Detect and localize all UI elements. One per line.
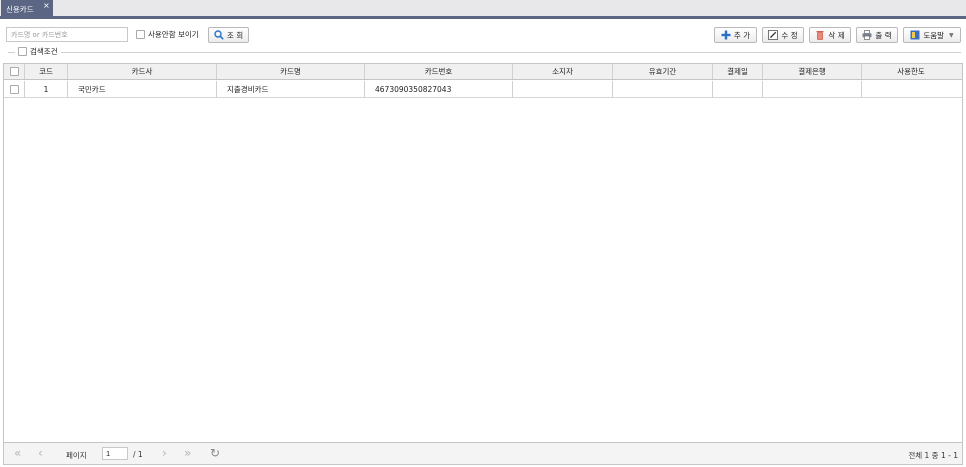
- first-page-icon[interactable]: «: [14, 447, 21, 459]
- select-all-cell[interactable]: [4, 64, 25, 79]
- card-grid: 코드 카드사 카드명 카드번호 소지자 유효기간 결제일 결제은행 사용한도 1…: [3, 63, 963, 443]
- delete-button[interactable]: 삭 제: [809, 27, 851, 43]
- add-button-label: 추 가: [733, 30, 751, 40]
- print-button-label: 출 력: [875, 30, 892, 40]
- tab-credit-card[interactable]: 신용카드 ×: [1, 0, 53, 16]
- help-button-label: 도움말: [923, 30, 945, 40]
- divider: [8, 52, 961, 53]
- search-conditions-label: 검색조건: [30, 47, 58, 56]
- last-page-icon[interactable]: »: [184, 447, 191, 459]
- column-header[interactable]: 사용한도: [862, 64, 960, 79]
- cell-expiry: [613, 81, 713, 97]
- search-button-label: 조 회: [226, 30, 244, 40]
- delete-button-label: 삭 제: [828, 30, 845, 40]
- tab-bar: 신용카드 ×: [0, 0, 966, 19]
- cell-pay-day: [713, 81, 763, 97]
- help-button[interactable]: 도움말 ▼: [903, 27, 961, 43]
- show-unused-checkbox[interactable]: [136, 30, 145, 39]
- search-conditions-toggle[interactable]: 검색조건: [15, 46, 61, 57]
- search-input[interactable]: [6, 27, 128, 42]
- grid-header: 코드 카드사 카드명 카드번호 소지자 유효기간 결제일 결제은행 사용한도: [4, 64, 962, 80]
- tab-label: 신용카드: [6, 5, 34, 14]
- add-button[interactable]: 추 가: [714, 27, 757, 43]
- edit-button[interactable]: 수 정: [762, 27, 804, 43]
- select-all-checkbox[interactable]: [9, 67, 19, 76]
- search-icon: [214, 30, 224, 40]
- edit-button-label: 수 정: [781, 30, 798, 40]
- cell-limit: [862, 81, 960, 97]
- cell-code: 1: [25, 81, 68, 97]
- row-select-cell[interactable]: [4, 81, 25, 97]
- column-header[interactable]: 카드번호: [365, 64, 513, 79]
- plus-icon: [721, 30, 731, 40]
- column-header[interactable]: 카드명: [217, 64, 365, 79]
- chevron-down-icon: ▼: [949, 31, 954, 39]
- column-header[interactable]: 코드: [25, 64, 68, 79]
- page-number-input[interactable]: [102, 447, 128, 460]
- pager: « ‹ 페이지 / 1 › » ↻ 전체 1 중 1 - 1: [3, 443, 963, 465]
- printer-icon: [862, 30, 872, 40]
- show-unused-toggle[interactable]: 사용안함 보이기: [136, 29, 199, 40]
- print-button[interactable]: 출 력: [856, 27, 898, 43]
- close-icon[interactable]: ×: [43, 1, 50, 10]
- column-header[interactable]: 결제은행: [763, 64, 862, 79]
- toolbar: 사용안함 보이기 조 회 추 가 수 정 삭 제 출 력 도움말: [0, 22, 966, 46]
- search-conditions: 검색조건: [8, 46, 961, 58]
- column-header[interactable]: 소지자: [513, 64, 613, 79]
- help-book-icon: [910, 30, 920, 40]
- column-header[interactable]: 유효기간: [613, 64, 713, 79]
- prev-page-icon[interactable]: ‹: [38, 447, 43, 459]
- column-header[interactable]: 카드사: [68, 64, 217, 79]
- show-unused-label: 사용안함 보이기: [148, 30, 199, 39]
- edit-icon: [768, 30, 779, 40]
- cell-card-number: 4673090350827043: [365, 81, 513, 97]
- total-pages: / 1: [133, 450, 143, 459]
- column-header[interactable]: 결제일: [713, 64, 763, 79]
- refresh-icon[interactable]: ↻: [210, 446, 220, 460]
- next-page-icon[interactable]: ›: [162, 447, 167, 459]
- trash-icon: [815, 30, 825, 40]
- cell-pay-bank: [763, 81, 862, 97]
- record-summary: 전체 1 중 1 - 1: [908, 451, 958, 460]
- search-conditions-checkbox[interactable]: [18, 47, 27, 56]
- cell-company: 국민카드: [68, 81, 217, 97]
- search-button[interactable]: 조 회: [208, 27, 249, 43]
- cell-holder: [513, 81, 613, 97]
- table-row[interactable]: 1 국민카드 지출경비카드 4673090350827043: [4, 81, 962, 98]
- row-checkbox[interactable]: [9, 84, 19, 94]
- page-label: 페이지: [66, 451, 87, 460]
- cell-card-name: 지출경비카드: [217, 81, 365, 97]
